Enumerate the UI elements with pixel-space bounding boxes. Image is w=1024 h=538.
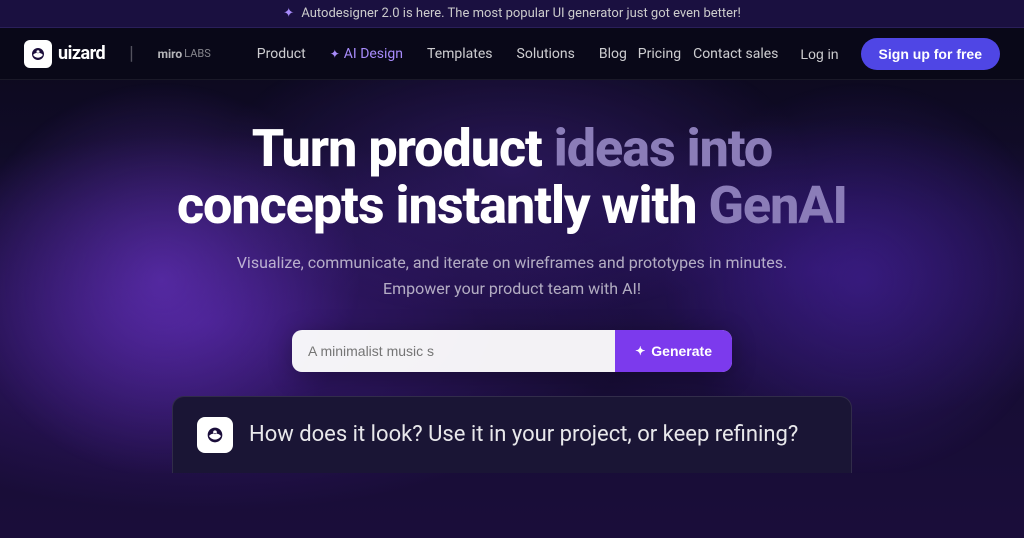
announcement-bar: ✦ Autodesigner 2.0 is here. The most pop… — [0, 0, 1024, 28]
announcement-star-icon: ✦ — [283, 6, 294, 21]
logo-text: uizard — [58, 43, 105, 64]
signup-button[interactable]: Sign up for free — [861, 38, 1000, 70]
nav-link-ai-design[interactable]: ✦ AI Design — [320, 40, 413, 68]
navbar-left: uizard | miro LABS Product ✦ AI Design T… — [24, 40, 638, 68]
hero-section: Turn product ideas into concepts instant… — [0, 80, 1024, 473]
navbar-right: Pricing Contact sales Log in Sign up for… — [638, 38, 1000, 70]
navbar: uizard | miro LABS Product ✦ AI Design T… — [0, 28, 1024, 80]
login-button[interactable]: Log in — [790, 40, 848, 68]
generate-input[interactable] — [292, 330, 615, 372]
logo-uizard[interactable]: uizard — [24, 40, 105, 68]
announcement-text: Autodesigner 2.0 is here. The most popul… — [301, 6, 740, 21]
hero-title-line2-muted: GenAI — [708, 175, 847, 236]
nav-link-pricing[interactable]: Pricing — [638, 46, 681, 62]
hero-subtitle: Visualize, communicate, and iterate on w… — [232, 250, 792, 301]
miro-labs-badge: miro LABS — [158, 47, 211, 61]
nav-link-product[interactable]: Product — [247, 40, 316, 68]
generate-star-icon: ✦ — [635, 344, 645, 358]
nav-links: Product ✦ AI Design Templates Solutions … — [247, 40, 637, 68]
preview-icon — [197, 417, 233, 453]
generate-bar: ✦ Generate — [292, 330, 732, 372]
miro-text: miro — [158, 47, 183, 61]
uizard-logo-svg — [29, 45, 47, 63]
hero-title: Turn product ideas into concepts instant… — [20, 120, 1004, 234]
nav-link-blog[interactable]: Blog — [589, 40, 637, 68]
uizard-preview-icon — [204, 424, 226, 446]
logo-icon — [24, 40, 52, 68]
nav-link-templates[interactable]: Templates — [417, 40, 503, 68]
ai-design-star-icon: ✦ — [330, 47, 340, 61]
labs-text: LABS — [184, 47, 211, 60]
hero-title-line1-white: Turn product — [252, 118, 554, 179]
hero-content: Turn product ideas into concepts instant… — [20, 120, 1004, 473]
preview-text: How does it look? Use it in your project… — [249, 422, 798, 447]
logo-divider: | — [129, 43, 133, 64]
generate-button[interactable]: ✦ Generate — [615, 330, 732, 372]
preview-card: How does it look? Use it in your project… — [172, 396, 852, 473]
nav-link-contact-sales[interactable]: Contact sales — [693, 46, 778, 62]
hero-title-line2-white: concepts instantly with — [177, 175, 708, 236]
nav-link-solutions[interactable]: Solutions — [507, 40, 585, 68]
hero-title-line1-muted: ideas into — [554, 118, 772, 179]
